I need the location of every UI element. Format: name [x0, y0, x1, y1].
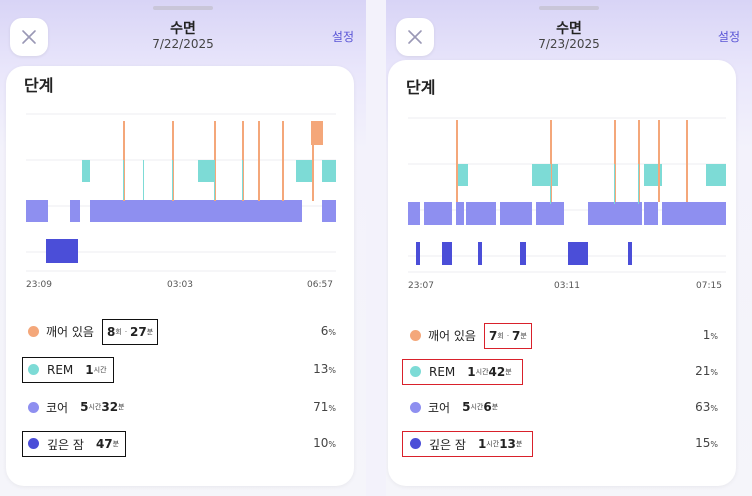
legend-percent: 6%	[320, 324, 336, 338]
rem-value-box: REM 1 시간 42 분	[402, 359, 523, 385]
core-dot	[410, 402, 421, 413]
core-segment	[424, 202, 452, 225]
legend-row-core: 코어 5 시간 6 분 63%	[388, 392, 736, 422]
legend-row-rem: REM 1 시간 42 분 21%	[388, 356, 736, 386]
page-title: 수면	[170, 21, 196, 37]
rem-transition	[550, 164, 551, 204]
core-dot	[28, 402, 39, 413]
core-segment	[662, 202, 726, 225]
rem-transition	[214, 160, 215, 200]
core-segment	[216, 200, 302, 222]
sleep-panel-left: 수면 7/22/2025 설정 단계 23:09 03:03 06:57 깨어 …	[0, 0, 366, 496]
rem-transition	[172, 160, 173, 200]
legend-row-awake: 깨어 있음 7회 · 7분 1%	[388, 320, 736, 350]
legend-percent: 10%	[313, 436, 336, 450]
legend-percent: 1%	[702, 328, 718, 342]
rem-segment	[322, 160, 336, 182]
legend-row-deep: 깊은 잠 47 분 10%	[6, 428, 354, 458]
core-segment	[200, 200, 216, 222]
x-tick-mid: 03:11	[554, 281, 580, 291]
legend-label: REM	[429, 365, 456, 379]
legend-label: REM	[47, 363, 74, 377]
core-segment	[644, 202, 658, 225]
x-tick-end: 06:57	[307, 280, 333, 290]
legend-percent: 15%	[695, 436, 718, 450]
x-tick-start: 23:09	[26, 280, 52, 290]
awake-dot	[410, 330, 421, 341]
core-segment	[408, 202, 420, 225]
deep-segment	[478, 242, 482, 265]
awake-spike	[282, 121, 284, 201]
drag-handle[interactable]	[153, 6, 213, 10]
core-segment	[456, 202, 464, 225]
rem-segment	[82, 160, 90, 182]
rem-value-box: REM 1 시간	[22, 357, 114, 383]
awake-spike	[312, 121, 314, 201]
legend-label: 깨어 있음	[428, 328, 476, 343]
sleep-stage-chart: 23:07 03:11 07:15	[408, 117, 726, 291]
rem-segment	[198, 160, 214, 182]
core-segment	[466, 202, 496, 225]
legend-row-core: 코어 5 시간 32 분 71%	[6, 392, 354, 422]
deep-segment	[568, 242, 588, 265]
drag-handle[interactable]	[539, 6, 599, 10]
legend-percent: 63%	[695, 400, 718, 414]
awake-value-box: 7회 · 7분	[484, 323, 532, 349]
deep-segment	[520, 242, 526, 265]
awake-spike	[456, 120, 458, 202]
rem-transition	[242, 160, 243, 200]
legend-percent: 13%	[313, 362, 336, 376]
stages-card: 단계 23:09 03:03 06:57 깨어 있음 8회 · 27 분 6% …	[6, 66, 354, 486]
deep-segment	[416, 242, 420, 265]
deep-segment	[628, 242, 632, 265]
sleep-stage-marks	[26, 121, 336, 263]
page-title: 수면	[556, 21, 582, 37]
awake-value-box: 8회 · 27 분	[102, 319, 159, 345]
chart-gridlines	[408, 117, 726, 273]
core-segment	[90, 200, 200, 222]
rem-segment	[706, 164, 726, 186]
rem-transition	[614, 164, 615, 204]
sleep-stage-chart: 23:09 03:03 06:57	[26, 113, 336, 290]
core-segment	[500, 202, 532, 225]
sleep-stage-marks	[408, 120, 726, 265]
date-label: 7/23/2025	[538, 37, 600, 51]
core-segment	[322, 200, 336, 222]
rem-segment	[532, 164, 558, 186]
rem-segment	[296, 160, 312, 182]
legend-row-awake: 깨어 있음 8회 · 27 분 6%	[6, 316, 354, 346]
sleep-panel-right: 수면 7/23/2025 설정 단계 23:07 03:11 07:15 깨어 …	[386, 0, 752, 496]
awake-spike	[258, 121, 260, 201]
awake-spike	[658, 120, 660, 202]
legend-percent: 71%	[313, 400, 336, 414]
legend-label: 깊은 잠	[429, 437, 466, 452]
x-tick-start: 23:07	[408, 281, 434, 291]
legend-label: 깨어 있음	[46, 324, 94, 339]
stages-card: 단계 23:07 03:11 07:15 깨어 있음 7회 · 7분 1% RE…	[388, 60, 736, 486]
legend-percent: 21%	[695, 364, 718, 378]
deep-value-box: 깊은 잠 47 분	[22, 431, 127, 457]
rem-transition	[638, 164, 639, 204]
rem-transition	[123, 160, 124, 200]
deep-segment	[442, 242, 452, 265]
legend-label: 코어	[428, 400, 451, 415]
deep-value-box: 깊은 잠 1 시간 13 분	[402, 431, 534, 457]
settings-link[interactable]: 설정	[332, 28, 354, 45]
legend-label: 깊은 잠	[47, 437, 84, 452]
legend-row-rem: REM 1 시간 13%	[6, 354, 354, 384]
legend-row-deep: 깊은 잠 1 시간 13 분 15%	[388, 428, 736, 458]
x-tick-end: 07:15	[696, 281, 722, 291]
core-segment	[70, 200, 80, 222]
x-tick-mid: 03:03	[167, 280, 193, 290]
core-segment	[588, 202, 642, 225]
awake-dot	[28, 326, 39, 337]
date-label: 7/22/2025	[152, 37, 214, 51]
awake-spike	[686, 120, 688, 202]
core-segment	[536, 202, 564, 225]
legend-label: 코어	[46, 400, 69, 415]
settings-link[interactable]: 설정	[718, 28, 740, 45]
deep-segment	[46, 239, 78, 263]
core-segment	[26, 200, 48, 222]
rem-transition	[143, 160, 144, 200]
